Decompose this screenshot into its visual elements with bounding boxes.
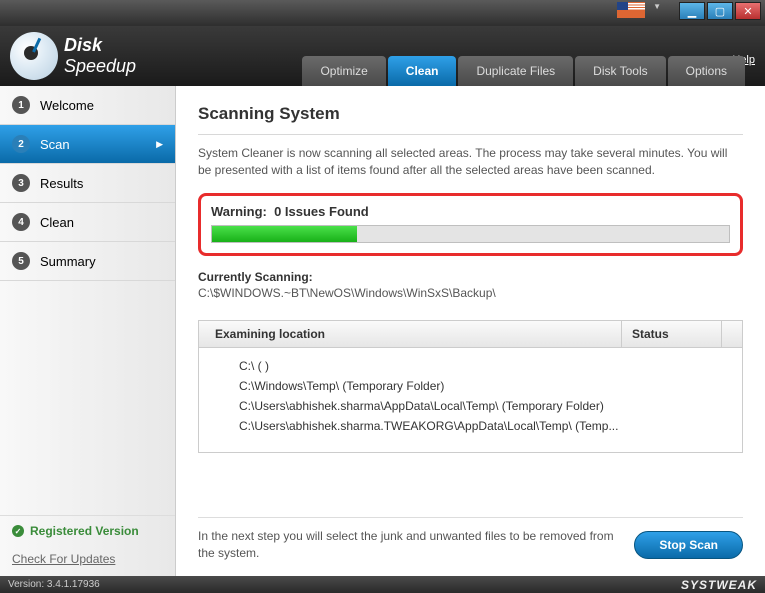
currently-scanning-label: Currently Scanning:	[198, 270, 743, 284]
table-row[interactable]: C:\Users\abhishek.sharma\AppData\Local\T…	[199, 396, 742, 416]
step-label: Welcome	[40, 98, 94, 113]
step-label: Scan	[40, 137, 70, 152]
progress-bar	[211, 225, 730, 243]
app-logo: Disk Speedup	[10, 32, 136, 80]
logo-speedup-text: Speedup	[64, 56, 136, 77]
logo-disk-text: Disk	[64, 35, 136, 56]
col-spacer	[722, 321, 742, 347]
table-body: C:\ ( ) C:\Windows\Temp\ (Temporary Fold…	[199, 348, 742, 452]
next-step-hint: In the next step you will select the jun…	[198, 528, 634, 562]
progress-fill	[212, 226, 357, 242]
chevron-right-icon: ▶	[156, 139, 163, 150]
tab-options[interactable]: Options	[668, 56, 745, 86]
registered-status: ✓ Registered Version	[0, 515, 175, 546]
table-row[interactable]: C:\Users\abhishek.sharma.TWEAKORG\AppDat…	[199, 416, 742, 436]
sidebar: 1 Welcome 2 Scan ▶ 3 Results 4 Clean 5 S…	[0, 86, 176, 576]
sidebar-step-clean[interactable]: 4 Clean	[0, 203, 175, 242]
table-row[interactable]: C:\Windows\Temp\ (Temporary Folder)	[199, 376, 742, 396]
language-dropdown-icon[interactable]: ▼	[653, 2, 661, 11]
main-content: Scanning System System Cleaner is now sc…	[176, 86, 765, 576]
examining-table: Examining location Status C:\ ( ) C:\Win…	[198, 320, 743, 453]
step-number: 3	[12, 174, 30, 192]
statusbar: Version: 3.4.1.17936 SYSTWEAK	[0, 576, 765, 593]
sidebar-step-results[interactable]: 3 Results	[0, 164, 175, 203]
titlebar: ▼ ▁ ▢ ✕	[0, 0, 765, 26]
step-number: 4	[12, 213, 30, 231]
check-icon: ✓	[12, 525, 24, 537]
header: Help Disk Speedup Optimize Clean Duplica…	[0, 26, 765, 86]
version-text: Version: 3.4.1.17936	[8, 579, 100, 590]
gauge-icon	[10, 32, 58, 80]
stop-scan-button[interactable]: Stop Scan	[634, 531, 743, 559]
language-flag-icon[interactable]	[617, 2, 645, 18]
bottom-bar: In the next step you will select the jun…	[198, 517, 743, 576]
col-location[interactable]: Examining location	[199, 321, 622, 347]
main-tabs: Optimize Clean Duplicate Files Disk Tool…	[300, 56, 745, 86]
tab-duplicate-files[interactable]: Duplicate Files	[458, 56, 573, 86]
minimize-button[interactable]: ▁	[679, 2, 705, 20]
currently-scanning-path: C:\$WINDOWS.~BT\NewOS\Windows\WinSxS\Bac…	[198, 286, 743, 300]
check-updates-link[interactable]: Check For Updates	[0, 546, 175, 576]
close-button[interactable]: ✕	[735, 2, 761, 20]
step-number: 5	[12, 252, 30, 270]
sidebar-step-scan[interactable]: 2 Scan ▶	[0, 125, 175, 164]
brand-text: SYSTWEAK	[681, 578, 757, 592]
step-label: Summary	[40, 254, 96, 269]
col-status[interactable]: Status	[622, 321, 722, 347]
tab-disk-tools[interactable]: Disk Tools	[575, 56, 665, 86]
step-label: Clean	[40, 215, 74, 230]
page-title: Scanning System	[198, 104, 743, 124]
table-header: Examining location Status	[199, 321, 742, 348]
maximize-button[interactable]: ▢	[707, 2, 733, 20]
tab-clean[interactable]: Clean	[388, 56, 457, 86]
scan-description: System Cleaner is now scanning all selec…	[198, 145, 743, 179]
table-row[interactable]: C:\ ( )	[199, 356, 742, 376]
warning-box: Warning: 0 Issues Found	[198, 193, 743, 256]
sidebar-step-summary[interactable]: 5 Summary	[0, 242, 175, 281]
sidebar-step-welcome[interactable]: 1 Welcome	[0, 86, 175, 125]
tab-optimize[interactable]: Optimize	[302, 56, 385, 86]
step-number: 1	[12, 96, 30, 114]
step-label: Results	[40, 176, 83, 191]
step-number: 2	[12, 135, 30, 153]
warning-label: Warning: 0 Issues Found	[211, 204, 730, 219]
